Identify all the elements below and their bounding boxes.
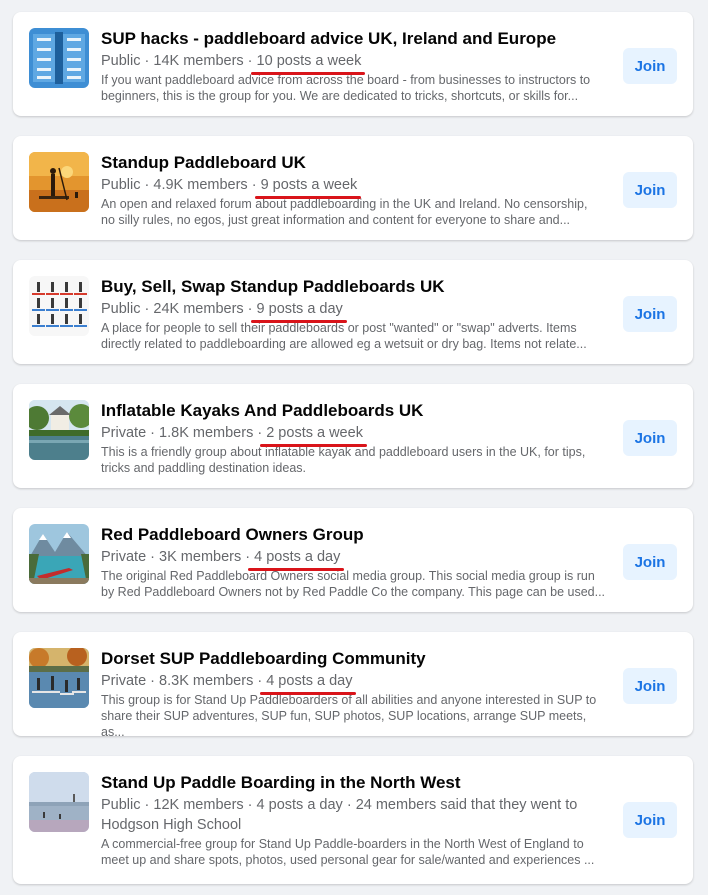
group-description: A commercial-free group for Stand Up Pad…: [101, 836, 613, 868]
group-description-line: A place for people to sell their paddleb…: [101, 321, 577, 335]
group-description-line: no silly rules, no egos, just great info…: [101, 213, 571, 227]
group-description-line: by Red Paddleboard Owners not by Red Pad…: [101, 585, 606, 599]
group-description-line: The original Red Paddleboard Owners soci…: [101, 569, 595, 583]
group-thumbnail[interactable]: [29, 276, 89, 336]
group-thumbnail[interactable]: [29, 772, 89, 832]
group-mutual-members: 24 members said that they went to: [355, 797, 578, 813]
group-meta: Public · 4.9K members · 9 posts a week: [101, 177, 362, 199]
group-privacy: Public: [101, 177, 141, 193]
group-title[interactable]: Buy, Sell, Swap Standup Paddleboards UK: [101, 276, 613, 298]
group-privacy: Public: [101, 797, 141, 813]
group-card[interactable]: Dorset SUP Paddleboarding Community Priv…: [13, 632, 693, 739]
group-activity: 4 posts a day: [260, 673, 357, 695]
join-button[interactable]: Join: [623, 420, 677, 456]
group-description-line: meet up and share spots, photos, used pe…: [101, 853, 595, 867]
group-card[interactable]: Standup Paddleboard UK Public · 4.9K mem…: [13, 136, 693, 240]
join-button[interactable]: Join: [623, 668, 677, 704]
group-info: Standup Paddleboard UK Public · 4.9K mem…: [101, 152, 613, 228]
group-members: 14K members: [153, 53, 244, 69]
group-description: If you want paddleboard advice from acro…: [101, 72, 613, 104]
group-activity: 9 posts a day: [250, 301, 348, 323]
group-members: 1.8K members: [159, 425, 254, 441]
group-school: Hodgson High School: [101, 817, 242, 833]
group-thumbnail[interactable]: [29, 524, 89, 584]
beach-horizon-icon: [29, 772, 89, 832]
group-description-line: This group is for Stand Up Paddleboarder…: [101, 693, 597, 707]
group-description: An open and relaxed forum about paddlebo…: [101, 196, 613, 228]
group-title[interactable]: Dorset SUP Paddleboarding Community: [101, 648, 613, 670]
group-privacy: Private: [101, 673, 147, 689]
sup-infographic-icon: [29, 28, 89, 88]
group-activity: 10 posts a week: [250, 53, 366, 75]
join-button[interactable]: Join: [623, 48, 677, 84]
group-description: This is a friendly group about inflatabl…: [101, 444, 613, 476]
group-activity: 2 posts a week: [260, 425, 367, 447]
group-activity: 4 posts a day: [256, 797, 343, 813]
group-thumbnail[interactable]: [29, 400, 89, 460]
group-info: Dorset SUP Paddleboarding Community Priv…: [101, 648, 613, 740]
group-info: Inflatable Kayaks And Paddleboards UK Pr…: [101, 400, 613, 476]
group-privacy: Public: [101, 301, 141, 317]
group-title[interactable]: Inflatable Kayaks And Paddleboards UK: [101, 400, 613, 422]
group-card[interactable]: Buy, Sell, Swap Standup Paddleboards UK …: [13, 260, 693, 364]
group-meta: Public · 14K members · 10 posts a week: [101, 53, 366, 75]
group-meta: Private · 1.8K members · 2 posts a week: [101, 425, 367, 447]
join-button[interactable]: Join: [623, 172, 677, 208]
group-title[interactable]: Stand Up Paddle Boarding in the North We…: [101, 772, 613, 794]
join-button[interactable]: Join: [623, 544, 677, 580]
group-description: A place for people to sell their paddleb…: [101, 320, 613, 352]
group-description: This group is for Stand Up Paddleboarder…: [101, 692, 613, 740]
group-activity: 9 posts a week: [254, 177, 362, 199]
group-members: 8.3K members: [159, 673, 254, 689]
group-title[interactable]: Standup Paddleboard UK: [101, 152, 613, 174]
group-info: Red Paddleboard Owners Group Private · 3…: [101, 524, 613, 600]
group-thumbnail[interactable]: [29, 152, 89, 212]
group-title[interactable]: Red Paddleboard Owners Group: [101, 524, 613, 546]
group-description: The original Red Paddleboard Owners soci…: [101, 568, 613, 600]
group-privacy: Private: [101, 425, 147, 441]
group-meta: Private · 3K members · 4 posts a day: [101, 549, 345, 571]
join-button[interactable]: Join: [623, 296, 677, 332]
group-card[interactable]: Red Paddleboard Owners Group Private · 3…: [13, 508, 693, 612]
group-meta: Public · 12K members · 4 posts a day · 2…: [101, 797, 578, 833]
group-members: 3K members: [159, 549, 242, 565]
group-card[interactable]: SUP hacks - paddleboard advice UK, Irela…: [13, 12, 693, 116]
group-privacy: Public: [101, 53, 141, 69]
group-description-line: beginners, this is the group for you. We…: [101, 89, 579, 103]
group-privacy: Private: [101, 549, 147, 565]
group-members: 12K members: [153, 797, 244, 813]
group-activity: 4 posts a day: [248, 549, 345, 571]
group-paddle-icon: [29, 648, 89, 708]
join-button[interactable]: Join: [623, 802, 677, 838]
group-info: Buy, Sell, Swap Standup Paddleboards UK …: [101, 276, 613, 352]
group-description-line: A commercial-free group for Stand Up Pad…: [101, 837, 584, 851]
group-meta: Private · 8.3K members · 4 posts a day: [101, 673, 357, 695]
group-members: 24K members: [153, 301, 244, 317]
group-info: Stand Up Paddle Boarding in the North We…: [101, 772, 613, 868]
group-title[interactable]: SUP hacks - paddleboard advice UK, Irela…: [101, 28, 613, 50]
group-info: SUP hacks - paddleboard advice UK, Irela…: [101, 28, 613, 104]
sunset-paddler-icon: [29, 152, 89, 212]
group-description-line: directly related to paddleboarding are a…: [101, 337, 587, 351]
group-thumbnail[interactable]: [29, 28, 89, 88]
group-card[interactable]: Inflatable Kayaks And Paddleboards UK Pr…: [13, 384, 693, 488]
group-members: 4.9K members: [153, 177, 248, 193]
group-meta: Public · 24K members · 9 posts a day: [101, 301, 348, 323]
river-house-icon: [29, 400, 89, 460]
group-thumbnail[interactable]: [29, 648, 89, 708]
group-card[interactable]: Stand Up Paddle Boarding in the North We…: [13, 756, 693, 884]
group-description-line: tricks and paddling destination ideas.: [101, 461, 306, 475]
paddlers-grid-icon: [29, 276, 89, 336]
group-description-line: share their SUP adventures, SUP fun, SUP…: [101, 709, 587, 739]
mountain-lake-icon: [29, 524, 89, 584]
